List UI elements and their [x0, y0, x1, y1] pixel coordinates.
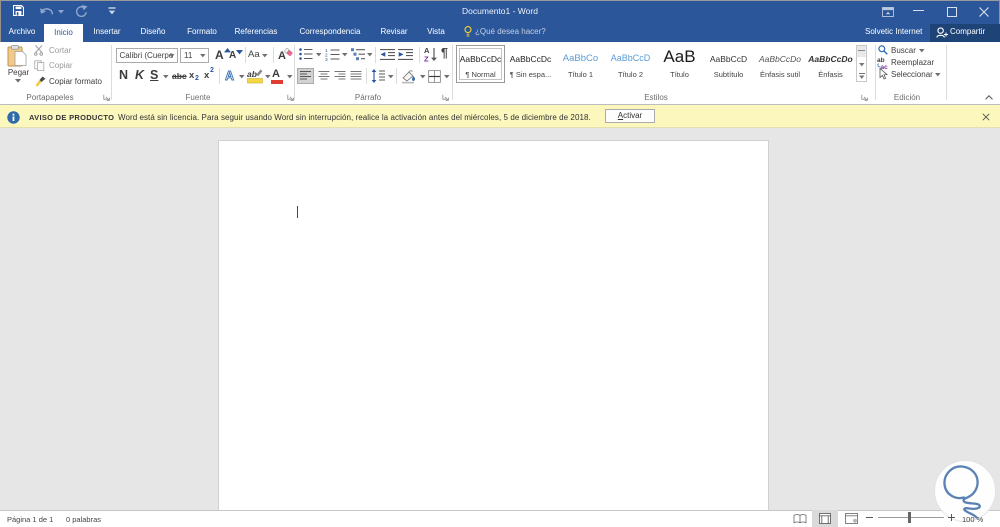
- svg-text:Z: Z: [424, 55, 429, 63]
- svg-text:3: 3: [325, 57, 328, 61]
- svg-text:ab: ab: [247, 69, 257, 79]
- svg-text:A: A: [225, 69, 234, 81]
